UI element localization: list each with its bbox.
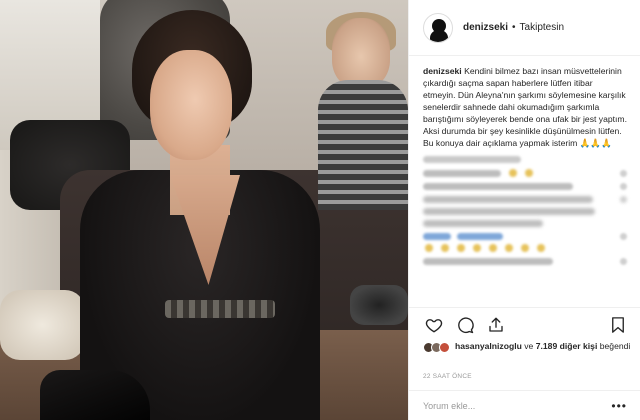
post-actions <box>409 307 640 341</box>
post-panel: denizseki • Takiptesin denizseki Kendini… <box>408 0 640 420</box>
blurred-comment <box>423 196 627 227</box>
more-options-icon[interactable]: ••• <box>611 399 627 413</box>
follow-status-button[interactable]: Takiptesin <box>520 22 564 33</box>
comment-button[interactable] <box>454 314 476 336</box>
comment-icon <box>458 317 474 333</box>
share-icon <box>489 317 503 332</box>
blurred-comment <box>423 156 521 163</box>
likes-count[interactable]: 7.189 diğer kişi <box>536 341 598 351</box>
share-button[interactable] <box>485 314 507 336</box>
avatar[interactable] <box>423 12 453 43</box>
save-button[interactable] <box>607 314 629 336</box>
blurred-comment <box>423 169 627 177</box>
comment-input[interactable]: Yorum ekle... <box>423 401 475 411</box>
caption-text: Kendini bilmez bazı insan müsvettelerini… <box>423 66 627 148</box>
photo-woman-right <box>318 12 408 210</box>
photo-main-woman <box>40 10 330 420</box>
likes-suffix: beğendi <box>599 341 631 351</box>
blurred-comment <box>423 233 627 240</box>
post-caption: denizseki Kendini bilmez bazı insan müsv… <box>423 65 627 149</box>
post-photo[interactable] <box>0 0 408 420</box>
caption-emoji: 🙏🙏🙏 <box>579 138 612 148</box>
caption-username[interactable]: denizseki <box>423 66 462 76</box>
post-timestamp[interactable]: 22 SAAT ÖNCE <box>423 373 472 380</box>
likes-text: hasanyalnizoglu ve 7.189 diğer kişi beğe… <box>455 341 630 352</box>
avatar[interactable] <box>439 342 450 353</box>
header-username[interactable]: denizseki <box>463 22 508 33</box>
likes-summary: hasanyalnizoglu ve 7.189 diğer kişi beğe… <box>423 341 633 353</box>
photo-shoes <box>350 285 408 325</box>
bookmark-icon <box>612 316 624 333</box>
likes-connector: ve <box>524 341 534 351</box>
blurred-comment <box>423 244 627 252</box>
blurred-comment <box>423 183 627 190</box>
header-separator: • <box>512 22 516 33</box>
liker-avatars <box>423 342 450 353</box>
heart-icon <box>425 318 443 332</box>
post-header: denizseki • Takiptesin <box>409 0 640 56</box>
comment-box: Yorum ekle... ••• <box>409 390 640 420</box>
blurred-comment <box>423 258 627 265</box>
like-button[interactable] <box>423 314 445 336</box>
liker-username[interactable]: hasanyalnizoglu <box>455 341 522 351</box>
comments-section: denizseki Kendini bilmez bazı insan müsv… <box>409 56 640 306</box>
